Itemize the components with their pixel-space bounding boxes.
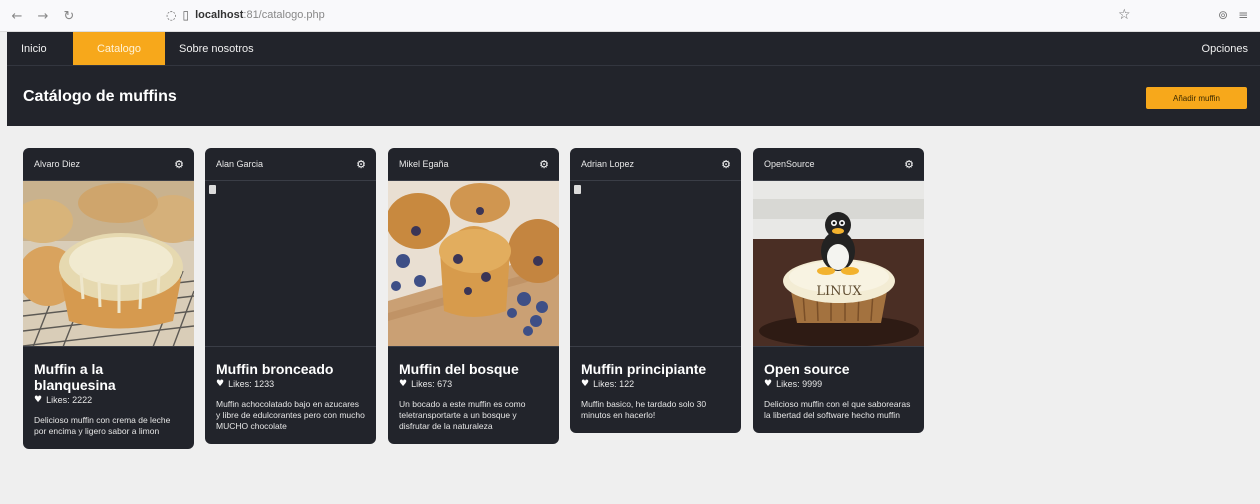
card-author: OpenSource [764,159,815,169]
nav-item-catalogo[interactable]: Catalogo [73,32,165,65]
blueberry-muffin-photo [388,181,559,347]
reload-icon[interactable]: ↻ [58,5,80,27]
broken-image-icon [574,185,581,194]
gear-icon[interactable]: ⚙ [174,158,184,171]
url-host: localhost [195,9,244,21]
glazed-muffin-photo [23,181,194,347]
gear-icon[interactable]: ⚙ [356,158,366,171]
card-header: OpenSource ⚙ [753,148,924,181]
card-description: Delicioso muffin con crema de leche por … [34,415,171,436]
card-likes: ♥ Likes: 122 [581,379,730,389]
likes-count: Likes: 673 [411,379,453,389]
broken-image [205,181,376,347]
cupcake-text: LINUX [816,284,862,299]
add-muffin-button[interactable]: Añadir muffin [1146,87,1247,109]
star-icon[interactable]: ☆ [1118,7,1131,23]
card-description: Muffin basico, he tardado solo 30 minuto… [581,399,707,420]
card-header: Alan Garcia ⚙ [205,148,376,181]
nav-item-inicio[interactable]: Inicio [7,32,73,65]
forward-icon[interactable]: → [32,5,54,27]
broken-image [570,181,741,347]
heart-icon[interactable]: ♥ [399,379,407,389]
page-header: Catálogo de muffins Añadir muffin [7,65,1260,126]
menu-icon[interactable]: ≡ [1238,8,1248,22]
card-title: Muffin del bosque [399,361,519,377]
likes-count: Likes: 1233 [228,379,275,389]
card-likes: ♥ Likes: 2222 [34,395,183,405]
card-author: Alan Garcia [216,159,264,169]
linux-cupcake-photo: LINUX [753,181,924,347]
card-description: Delicioso muffin con el que saborearas l… [764,399,911,420]
back-icon[interactable]: ← [6,5,28,27]
card-author: Adrian Lopez [581,159,635,169]
heart-icon[interactable]: ♥ [34,395,42,405]
likes-count: Likes: 9999 [776,379,823,389]
card-likes: ♥ Likes: 9999 [764,379,913,389]
heart-icon[interactable]: ♥ [581,379,589,389]
muffin-card: Alan Garcia ⚙ Muffin bronceado ♥ Likes: … [205,148,376,444]
card-author: Alvaro Diez [34,159,81,169]
card-header: Adrian Lopez ⚙ [570,148,741,181]
url-path: :81/catalogo.php [243,9,325,21]
card-likes: ♥ Likes: 673 [399,379,548,389]
main-nav: Inicio Catalogo Sobre nosotros Opciones [7,32,1260,65]
muffin-card: Mikel Egaña ⚙ Muffin del bosque ♥ Likes:… [388,148,559,444]
heart-icon[interactable]: ♥ [764,379,772,389]
nav-item-sobre-nosotros[interactable]: Sobre nosotros [165,32,268,65]
page-icon: ▯ [182,8,190,22]
address-bar[interactable]: ◌ ▯ localhost:81/catalogo.php [166,8,325,22]
card-likes: ♥ Likes: 1233 [216,379,365,389]
card-title: Open source [764,361,850,377]
card-header: Alvaro Diez ⚙ [23,148,194,181]
card-title: Muffin principiante [581,361,707,377]
heart-icon[interactable]: ♥ [216,379,224,389]
likes-count: Likes: 122 [593,379,635,389]
browser-nav-buttons: ← → ↻ [6,5,80,27]
card-description: Muffin achocolatado bajo en azucares y l… [216,399,365,431]
extensions-icon[interactable]: ⊚ [1218,8,1228,22]
gear-icon[interactable]: ⚙ [721,158,731,171]
gear-icon[interactable]: ⚙ [539,158,549,171]
nav-item-opciones[interactable]: Opciones [1188,32,1260,65]
browser-toolbar: ← → ↻ ◌ ▯ localhost:81/catalogo.php ☆ ⊚ … [0,0,1260,32]
card-author: Mikel Egaña [399,159,449,169]
muffin-card: Adrian Lopez ⚙ Muffin principiante ♥ Lik… [570,148,741,433]
gear-icon[interactable]: ⚙ [904,158,914,171]
broken-image-icon [209,185,216,194]
likes-count: Likes: 2222 [46,395,93,405]
shield-icon[interactable]: ◌ [166,8,176,22]
page-title: Catálogo de muffins [23,88,177,105]
muffin-card: Alvaro Diez ⚙ Muffin a la blanquesina ♥ … [23,148,194,449]
muffin-card: OpenSource ⚙ LINUX Open source ♥ Likes: … [753,148,924,433]
card-title: Muffin bronceado [216,361,334,377]
card-header: Mikel Egaña ⚙ [388,148,559,181]
card-title: Muffin a la blanquesina [34,361,116,393]
card-description: Un bocado a este muffin es como teletran… [399,399,526,431]
